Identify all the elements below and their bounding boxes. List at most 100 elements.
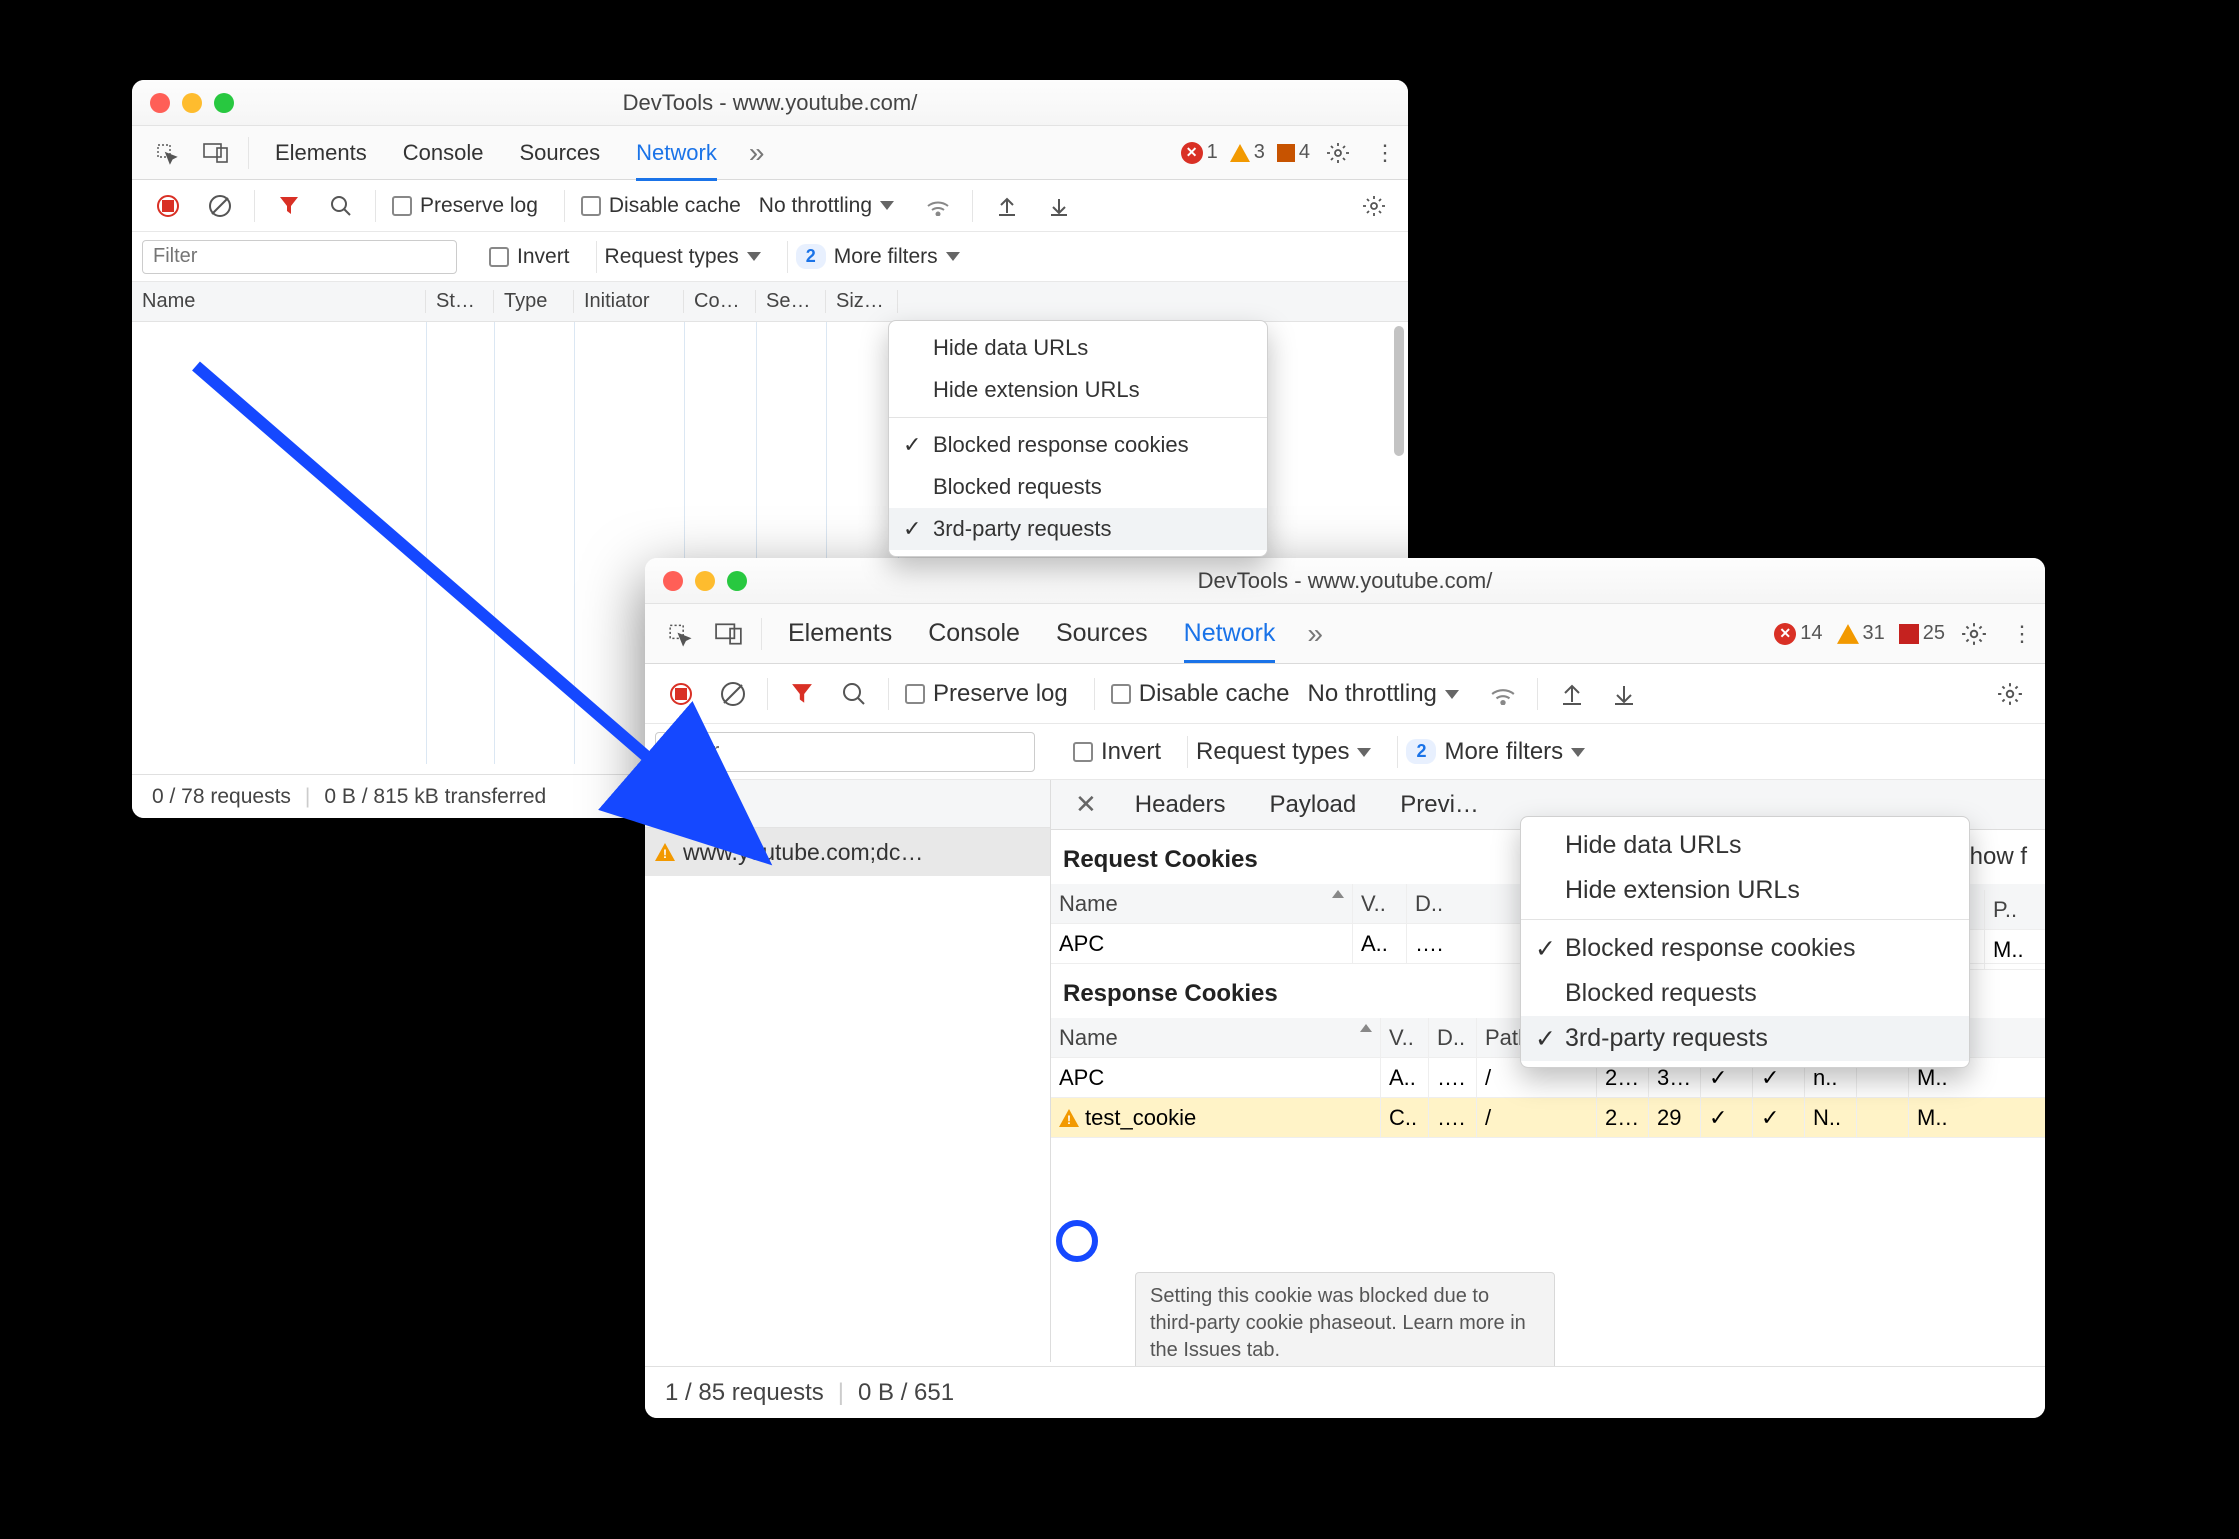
menu-blocked-response-cookies[interactable]: ✓Blocked response cookies	[1521, 926, 1969, 971]
error-icon[interactable]: ✕	[1774, 623, 1796, 645]
invert-checkbox[interactable]	[489, 247, 509, 267]
filter-input[interactable]	[655, 732, 1035, 772]
warning-icon[interactable]	[1230, 144, 1250, 162]
gear-icon[interactable]	[1326, 141, 1350, 165]
download-icon[interactable]	[1608, 678, 1640, 710]
kebab-icon[interactable]: ⋮	[1374, 140, 1396, 166]
menu-blocked-requests[interactable]: Blocked requests	[889, 466, 1267, 508]
device-icon[interactable]	[202, 139, 230, 167]
upload-icon[interactable]	[991, 190, 1023, 222]
network-conditions-icon[interactable]	[1487, 678, 1519, 710]
tab-sources[interactable]: Sources	[1056, 619, 1148, 648]
status-requests: 0 / 78 requests	[152, 785, 291, 809]
more-tabs-icon[interactable]: »	[1307, 618, 1323, 650]
filter-icon[interactable]	[786, 678, 818, 710]
col-cookies[interactable]: Co…	[684, 290, 756, 313]
col-name[interactable]: Name	[132, 290, 426, 313]
more-tabs-icon[interactable]: »	[749, 137, 765, 169]
throttling-select[interactable]: No throttling	[1307, 680, 1458, 708]
col-status[interactable]: St…	[426, 290, 494, 313]
menu-hide-data-urls[interactable]: Hide data URLs	[1521, 823, 1969, 868]
tab-console[interactable]: Console	[928, 619, 1020, 648]
scrollbar-thumb[interactable]	[1394, 326, 1404, 456]
close-detail-icon[interactable]: ✕	[1075, 789, 1097, 820]
record-icon[interactable]	[152, 190, 184, 222]
menu-3rd-party[interactable]: ✓3rd-party requests	[889, 508, 1267, 550]
menu-hide-extension-urls[interactable]: Hide extension URLs	[1521, 868, 1969, 913]
menu-blocked-response-cookies[interactable]: ✓Blocked response cookies	[889, 424, 1267, 466]
detail-tab-payload[interactable]: Payload	[1270, 791, 1357, 819]
disable-cache-checkbox[interactable]	[581, 196, 601, 216]
request-types-dropdown[interactable]: Request types	[605, 245, 761, 269]
close-icon[interactable]	[150, 93, 170, 113]
upload-icon[interactable]	[1556, 678, 1588, 710]
gear-icon[interactable]	[1961, 621, 1987, 647]
cookie-value: A..	[1353, 924, 1407, 963]
col-domain[interactable]: D..	[1429, 1018, 1477, 1057]
menu-blocked-requests[interactable]: Blocked requests	[1521, 971, 1969, 1016]
clear-icon[interactable]	[204, 190, 236, 222]
info-icon[interactable]	[1277, 144, 1295, 162]
col-name[interactable]: Name	[1059, 891, 1118, 917]
filter-icon[interactable]	[273, 190, 305, 222]
col-value[interactable]: V..	[1353, 884, 1407, 923]
detail-tab-preview[interactable]: Previ…	[1400, 791, 1479, 819]
warning-icon[interactable]	[1837, 624, 1859, 644]
preserve-log-checkbox[interactable]	[392, 196, 412, 216]
col-name[interactable]: Name	[1059, 1025, 1118, 1051]
svg-text:!: !	[1067, 1113, 1071, 1127]
detail-tab-headers[interactable]: Headers	[1135, 791, 1226, 819]
maximize-icon[interactable]	[727, 571, 747, 591]
filter-count-pill: 2	[1406, 739, 1436, 764]
clear-icon[interactable]	[717, 678, 749, 710]
menu-3rd-party[interactable]: ✓3rd-party requests	[1521, 1016, 1969, 1061]
search-icon[interactable]	[325, 190, 357, 222]
menu-hide-data-urls[interactable]: Hide data URLs	[889, 327, 1267, 369]
maximize-icon[interactable]	[214, 93, 234, 113]
col-set[interactable]: Se…	[756, 290, 826, 313]
minimize-icon[interactable]	[182, 93, 202, 113]
col-initiator[interactable]: Initiator	[574, 290, 684, 313]
annotation-circle	[1056, 1220, 1098, 1262]
tab-elements[interactable]: Elements	[788, 619, 892, 648]
request-list: Name ! www.youtube.com;dc…	[645, 780, 1051, 1362]
settings-icon[interactable]	[1997, 681, 2023, 707]
request-row[interactable]: ! www.youtube.com;dc…	[645, 828, 1050, 876]
invert-checkbox[interactable]	[1073, 742, 1093, 762]
table-row-blocked[interactable]: ! test_cookie C.. …. / 2… 29 ✓ ✓ N.. M..	[1051, 1098, 2045, 1138]
tooltip: Setting this cookie was blocked due to t…	[1135, 1272, 1555, 1375]
device-icon[interactable]	[715, 620, 743, 648]
tab-sources[interactable]: Sources	[519, 140, 600, 166]
inspect-icon[interactable]	[667, 620, 695, 648]
col-type[interactable]: Type	[494, 290, 574, 313]
search-icon[interactable]	[838, 678, 870, 710]
close-icon[interactable]	[663, 571, 683, 591]
download-icon[interactable]	[1043, 190, 1075, 222]
preserve-log-checkbox[interactable]	[905, 684, 925, 704]
request-types-dropdown[interactable]: Request types	[1196, 738, 1371, 766]
inspect-icon[interactable]	[154, 139, 182, 167]
disable-cache-checkbox[interactable]	[1111, 684, 1131, 704]
menu-hide-extension-urls[interactable]: Hide extension URLs	[889, 369, 1267, 411]
titlebar[interactable]: DevTools - www.youtube.com/	[132, 80, 1408, 126]
tab-elements[interactable]: Elements	[275, 140, 367, 166]
record-icon[interactable]	[665, 678, 697, 710]
more-filters-dropdown[interactable]: More filters	[1444, 738, 1585, 766]
titlebar[interactable]: DevTools - www.youtube.com/	[645, 558, 2045, 604]
network-conditions-icon[interactable]	[922, 190, 954, 222]
minimize-icon[interactable]	[695, 571, 715, 591]
kebab-icon[interactable]: ⋮	[2011, 621, 2033, 647]
more-filters-dropdown[interactable]: More filters	[834, 245, 960, 269]
window-title: DevTools - www.youtube.com/	[645, 568, 2045, 594]
name-column-header[interactable]: Name	[645, 780, 1050, 828]
settings-icon[interactable]	[1362, 194, 1386, 218]
col-size[interactable]: Siz…	[826, 290, 898, 313]
filter-input[interactable]	[142, 240, 457, 274]
tab-network[interactable]: Network	[636, 140, 717, 181]
info-icon[interactable]	[1899, 624, 1919, 644]
tab-network[interactable]: Network	[1184, 619, 1276, 663]
tab-console[interactable]: Console	[403, 140, 484, 166]
col-value[interactable]: V..	[1381, 1018, 1429, 1057]
error-icon[interactable]: ✕	[1181, 142, 1203, 164]
throttling-select[interactable]: No throttling	[759, 194, 894, 218]
